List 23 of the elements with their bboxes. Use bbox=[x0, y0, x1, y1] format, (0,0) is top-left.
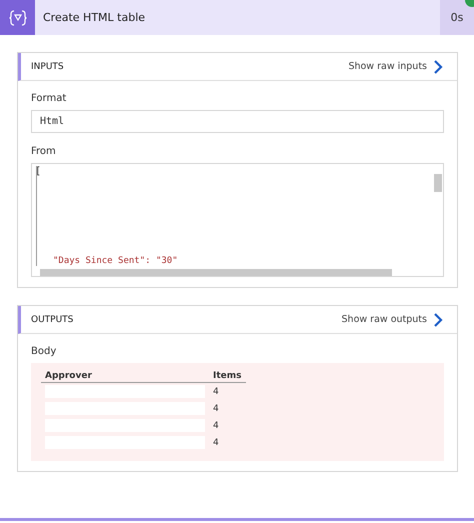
table-cell-text: 4 bbox=[212, 402, 220, 416]
field-label: From bbox=[31, 146, 57, 157]
code-line: [ bbox=[35, 166, 42, 177]
field-label: Format bbox=[31, 93, 68, 104]
braces-funnel-icon bbox=[8, 10, 26, 26]
chevron-right-icon[interactable] bbox=[433, 312, 443, 328]
table-cell: 4 bbox=[209, 382, 246, 400]
field-label: Body bbox=[31, 346, 58, 357]
action-header[interactable]: Create HTML table 0s bbox=[0, 0, 474, 35]
format-field[interactable]: Html bbox=[31, 110, 444, 133]
action-title: Create HTML table bbox=[42, 11, 146, 24]
column-header: Approver bbox=[41, 371, 209, 382]
chevron-right-icon[interactable] bbox=[433, 58, 443, 74]
code-editor[interactable]: [ "Days Since Sent": "30" bbox=[31, 163, 444, 277]
table-cell-text: 4 bbox=[212, 436, 220, 450]
section-title: OUTPUTS bbox=[31, 314, 74, 324]
column-header: Items bbox=[209, 371, 246, 382]
table-cell-text: 4 bbox=[212, 420, 220, 432]
code-line: "Days Since Sent": "30" bbox=[53, 256, 179, 266]
show-raw-outputs-link[interactable]: Show raw outputs bbox=[342, 314, 427, 325]
show-raw-inputs-link[interactable]: Show raw inputs bbox=[348, 61, 427, 72]
duration: 0s bbox=[440, 0, 474, 35]
section-title: INPUTS bbox=[31, 62, 65, 72]
